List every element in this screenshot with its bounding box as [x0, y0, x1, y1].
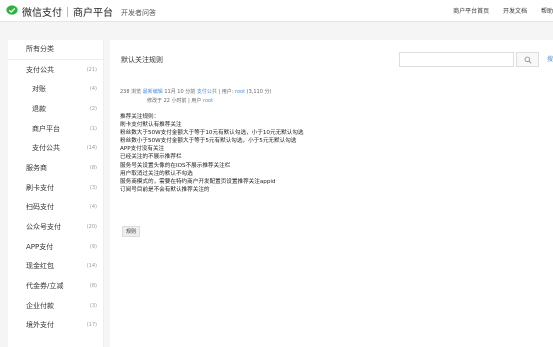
platform-name: 商户平台 — [73, 8, 113, 19]
view-count: 238 浏览 — [120, 89, 142, 95]
body-line: APP支付没有关注 — [120, 146, 165, 153]
page-title: 默认关注规则 — [121, 56, 163, 64]
wechat-pay-logo-icon — [6, 5, 18, 15]
search-edge-label[interactable]: 搜 — [547, 54, 553, 63]
category-sidebar: 所有分类 支付公共 (21) 对账 (4) 退款 (2) 商户平台 (1) 支付公共 (1… — [8, 40, 104, 347]
sidebar-item-official-account-pay[interactable]: 公众号支付 (20) — [8, 217, 103, 237]
user-prefix: | 用户: — [218, 89, 234, 95]
answer-body: 推荐关注规则： 刷卡支付默认有推荐关注 粉丝数大于50W支付金额大于等于10元有… — [120, 113, 520, 194]
sidebar-item-qr-pay[interactable]: 扫码支付 (4) — [8, 198, 103, 218]
sidebar-item-label: 公众号支付 — [26, 223, 61, 232]
sidebar-item-label: 扫码支付 — [26, 203, 54, 212]
sidebar-item-refund[interactable]: 退款 (2) — [8, 99, 103, 119]
sidebar-item-label: 对账 — [32, 85, 46, 94]
body-line: 服务号关设置头像的在IOS不展示推荐关注栏 — [120, 162, 231, 169]
top-bar: 微信支付 商户平台 开发者问答 商户平台首页 开发文档 帮助 — [0, 0, 553, 22]
sidebar-item-cash-red-packet[interactable]: 现金红包 (14) — [8, 257, 103, 277]
sidebar-item-label: 刷卡支付 — [26, 183, 54, 192]
body-line: 推荐关注规则： — [120, 114, 160, 120]
modified-meta: 修改于 22 小时前 | 用户 root — [147, 97, 213, 104]
sidebar-item-overseas-pay[interactable]: 境外支付 (17) — [8, 316, 103, 336]
category-link[interactable]: 支付公共 — [197, 89, 217, 95]
sidebar-item-pay-common-sub[interactable]: 支付公共 (14) — [8, 138, 103, 158]
body-line: 订阅号目前是不会有默认推荐关注的 — [120, 186, 210, 193]
sidebar-item-service-provider[interactable]: 服务商 (8) — [8, 158, 103, 178]
sidebar-item-count: (1) — [89, 125, 97, 132]
sidebar-item-enterprise-payment[interactable]: 企业付款 (3) — [8, 296, 103, 316]
rule-tag[interactable]: 规则 — [122, 226, 141, 237]
author-link[interactable]: root — [235, 89, 245, 95]
body-line: 用户取消过关注的默认不勾选 — [120, 170, 193, 177]
sidebar-item-count: (3) — [89, 302, 97, 309]
sidebar-item-count: (8) — [89, 283, 97, 290]
sidebar-item-reconciliation[interactable]: 对账 (4) — [8, 79, 103, 99]
post-meta: 238 浏览 最新编辑 11月 10 分前 支付公共 | 用户: root (3… — [120, 88, 271, 95]
sidebar-item-count: (14) — [86, 263, 97, 270]
sidebar-item-all[interactable]: 所有分类 — [8, 40, 103, 60]
sidebar-item-count: (20) — [86, 224, 97, 231]
sidebar-item-count: (4) — [89, 86, 97, 93]
brand-divider — [67, 7, 68, 17]
body-line: 已经关注的不展示推荐栏 — [120, 154, 182, 161]
sidebar-item-count: (14) — [86, 145, 97, 152]
brand: 微信支付 商户平台 开发者问答 — [22, 4, 156, 19]
body-line: 刷卡支付默认有推荐关注 — [120, 122, 182, 129]
sidebar-item-count: (9) — [89, 243, 97, 250]
sidebar-item-label: 退款 — [32, 104, 46, 113]
author-score: (3,110 分) — [246, 89, 272, 95]
sidebar-item-label: APP支付 — [26, 242, 54, 251]
brand-name: 微信支付 — [22, 8, 62, 19]
body-line: 粉丝数大于50W支付金额大于等于10元有默认勾选，小于10元无默认勾选 — [120, 130, 304, 137]
search-input[interactable] — [399, 52, 514, 67]
sidebar-item-count: (4) — [89, 204, 97, 211]
modified-text: 修改于 22 小时前 | 用户 — [147, 98, 202, 104]
sidebar-item-label: 服务商 — [26, 163, 47, 172]
sidebar-item-coupon[interactable]: 代金券/立减 (8) — [8, 276, 103, 296]
search-icon — [524, 56, 531, 63]
sidebar-item-count: (2) — [89, 105, 97, 112]
nav-merchant-home[interactable]: 商户平台首页 — [453, 8, 489, 15]
sidebar-item-merchant-platform[interactable]: 商户平台 (1) — [8, 119, 103, 139]
sidebar-item-label: 支付公共 — [26, 65, 54, 74]
latest-edit-link[interactable]: 最新编辑 — [143, 89, 163, 95]
sidebar-item-count: (8) — [89, 164, 97, 171]
sidebar-item-label: 支付公共 — [32, 144, 60, 153]
sidebar-item-label: 所有分类 — [26, 45, 54, 54]
sidebar-item-pay-common[interactable]: 支付公共 (21) — [8, 60, 103, 80]
sidebar-item-label: 商户平台 — [32, 124, 60, 133]
sidebar-item-label: 境外支付 — [26, 321, 54, 330]
body-line: 服务商模式的，需要在特约商户开发配置页设置推荐关注appid — [120, 178, 276, 185]
sidebar-item-count: (3) — [89, 184, 97, 191]
dev-qa-label: 开发者问答 — [121, 9, 156, 17]
sidebar-item-label: 现金红包 — [26, 262, 54, 271]
nav-dev-docs[interactable]: 开发文档 — [503, 8, 527, 15]
sidebar-item-app-pay[interactable]: APP支付 (9) — [8, 237, 103, 257]
search-button[interactable] — [516, 52, 539, 67]
body-line: 粉丝数小于50W支付金额大于等于5元有默认勾选，小于5元无默认勾选 — [120, 138, 297, 145]
sidebar-item-count: (17) — [86, 322, 97, 329]
sidebar-item-count: (21) — [86, 66, 97, 73]
modified-user-link[interactable]: root — [203, 98, 213, 104]
question-panel: 默认关注规则 搜 238 浏览 最新编辑 11月 10 分前 支付公共 | 用户… — [110, 40, 553, 347]
nav-help[interactable]: 帮助 — [541, 8, 553, 15]
post-date: 11月 10 分前 — [164, 89, 196, 95]
sidebar-item-label: 代金券/立减 — [26, 282, 64, 291]
sidebar-item-card-pay[interactable]: 刷卡支付 (3) — [8, 178, 103, 198]
sidebar-item-label: 企业付款 — [26, 301, 54, 310]
top-nav: 商户平台首页 开发文档 帮助 — [453, 6, 553, 15]
